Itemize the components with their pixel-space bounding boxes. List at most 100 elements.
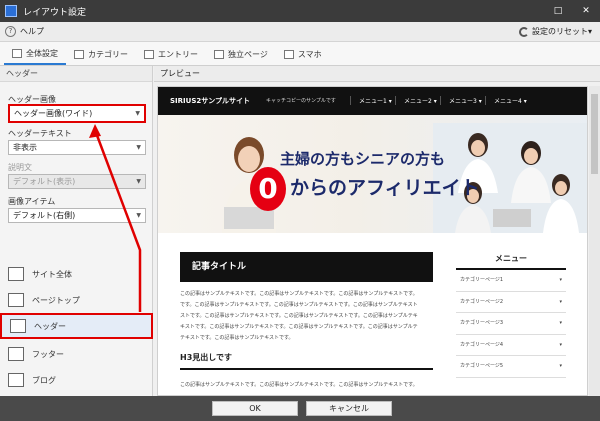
widget-item-label: カテゴリーページ1 (460, 277, 504, 283)
document-icon (144, 49, 154, 59)
cancel-button[interactable]: キャンセル (306, 401, 392, 416)
nav-item-page-top[interactable]: ページトップ (0, 287, 153, 313)
preview-scrollbar[interactable] (589, 86, 600, 396)
nav-item-site-wide[interactable]: サイト全体 (0, 261, 153, 287)
header-image-value: ヘッダー画像(ワイド) (14, 109, 93, 118)
window-title: レイアウト設定 (23, 7, 87, 18)
tab-label: エントリー (158, 49, 198, 59)
chevron-down-icon: ▼ (136, 144, 141, 151)
site-menu-3[interactable]: メニュー3 ▾ (440, 96, 482, 105)
widget-title: メニュー (456, 250, 566, 270)
monitor-icon (12, 48, 22, 58)
chevron-down-icon: ▼ (136, 212, 141, 219)
tab-independent-page[interactable]: 独立ページ (206, 43, 276, 65)
nav-item-label: サイト全体 (32, 269, 72, 279)
dialog-footer: OK キャンセル (0, 396, 600, 421)
paragraph-line: キストです。この記事はサンプルテキストです。この記事はサンプルテキストです。この… (180, 324, 418, 330)
site-menu-1[interactable]: メニュー1 ▾ (350, 96, 392, 105)
paragraph-line: ストです。この記事はサンプルテキストです。この記事はサンプルテキストです。この記… (180, 313, 418, 319)
article-paragraph-2: この記事はサンプルテキストです。この記事はサンプルテキストです。この記事はサンプ… (180, 380, 433, 391)
chevron-down-icon: ▾ (559, 363, 562, 369)
header-text-select[interactable]: 非表示 ▼ (8, 140, 146, 155)
tab-entry[interactable]: エントリー (136, 43, 206, 65)
description-label: 説明文 (8, 163, 32, 172)
tab-smartphone[interactable]: スマホ (276, 43, 330, 65)
widget-item-label: カテゴリーページ2 (460, 298, 504, 305)
site-logo: SIRIUS2サンプルサイト (170, 97, 251, 105)
nav-item-label: ブログ (32, 375, 56, 385)
tab-label: 全体設定 (26, 48, 58, 58)
description-select: デフォルト(表示) ▼ (8, 174, 146, 189)
image-item-select[interactable]: デフォルト(右側) ▼ (8, 208, 146, 223)
header-image: 主婦の方もシニアの方も 0 からのアフィリエイト (158, 115, 587, 233)
page-icon (214, 49, 224, 59)
settings-panel: ヘッダー ヘッダー画像 ヘッダー画像(ワイド) ▼ ヘッダーテキスト 非表示 ▼ 説… (0, 66, 153, 396)
smartphone-icon (283, 49, 294, 59)
image-item-label: 画像アイテム (8, 197, 56, 206)
site-menu-4[interactable]: メニュー4 ▾ (485, 96, 527, 105)
tab-label: スマホ (297, 49, 322, 59)
widget-item[interactable]: カテゴリーページ4 ▾ (456, 335, 566, 356)
article-title: 記事タイトル (180, 252, 433, 282)
paragraph-line: この記事はサンプルテキストです。この記事はサンプルテキストです。この記事はサンプ… (180, 291, 418, 297)
tab-bar: 全体設定 カテゴリー エントリー 独立ページ スマホ (0, 42, 600, 66)
help-menu[interactable]: ヘルプ (20, 26, 44, 37)
hero-headline: 主婦の方もシニアの方も (280, 150, 446, 168)
chevron-down-icon: ▾ (559, 277, 562, 283)
paragraph-line: です。この記事はサンプルテキストです。この記事はサンプルテキストです。この記事は… (180, 302, 418, 308)
chevron-down-icon: ▼ (135, 110, 140, 117)
site-navbar: SIRIUS2サンプルサイト キャッチコピーのサンプルです メニュー1 ▾ メニ… (158, 87, 587, 115)
header-image-select[interactable]: ヘッダー画像(ワイド) ▼ (8, 104, 146, 123)
page-top-icon (8, 293, 24, 307)
preview-heading: プレビュー (154, 66, 600, 82)
site-menu-2[interactable]: メニュー2 ▾ (395, 96, 437, 105)
help-icon[interactable]: ? (5, 26, 16, 37)
widget-item-label: カテゴリーページ3 (460, 320, 504, 326)
menu-widget: メニュー カテゴリーページ1 ▾ カテゴリーページ2 ▾ カテゴリーページ3 ▾ カテ… (456, 250, 566, 378)
header-text-label: ヘッダーテキスト (8, 129, 72, 138)
chevron-down-icon: ▾ (559, 320, 562, 326)
nav-item-header[interactable]: ヘッダー (0, 313, 153, 339)
widget-item-label: カテゴリーページ5 (460, 363, 504, 369)
article-paragraph: この記事はサンプルテキストです。この記事はサンプルテキストです。この記事はサンプ… (180, 289, 433, 344)
site-catchphrase: キャッチコピーのサンプルです (266, 98, 336, 104)
header-text-value: 非表示 (13, 143, 37, 152)
ok-button[interactable]: OK (212, 401, 298, 416)
widget-item[interactable]: カテゴリーページ3 ▾ (456, 313, 566, 335)
menubar: ? ヘルプ 設定のリセット▾ (0, 22, 600, 42)
hero-zero-badge: 0 (250, 167, 286, 211)
tab-category[interactable]: カテゴリー (66, 43, 136, 65)
reset-settings-label: 設定のリセット▾ (531, 27, 592, 36)
blog-icon (8, 373, 24, 387)
chevron-down-icon: ▾ (559, 341, 562, 348)
tab-label: 独立ページ (228, 49, 268, 59)
widget-item[interactable]: カテゴリーページ1 ▾ (456, 270, 566, 292)
nav-item-footer[interactable]: フッター (0, 341, 153, 367)
description-value: デフォルト(表示) (13, 177, 76, 186)
paragraph-line: テキストです。この記事はサンプルテキストです。 (180, 335, 294, 341)
tab-global-settings[interactable]: 全体設定 (4, 43, 66, 65)
preview-pane: SIRIUS2サンプルサイト キャッチコピーのサンプルです メニュー1 ▾ メニ… (157, 86, 588, 396)
window-titlebar: レイアウト設定 □ ✕ (0, 0, 600, 22)
panel-heading: ヘッダー (0, 66, 152, 82)
nav-item-label: ページトップ (32, 295, 80, 305)
reset-settings-menu[interactable]: 設定のリセット▾ (518, 26, 592, 37)
chevron-down-icon: ▾ (559, 298, 562, 305)
hero-subheadline: からのアフィリエイト (290, 177, 480, 199)
tab-label: カテゴリー (88, 49, 128, 59)
maximize-button[interactable]: □ (552, 5, 564, 17)
footer-icon (8, 347, 24, 361)
nav-item-blog[interactable]: ブログ (0, 367, 153, 393)
chevron-down-icon: ▼ (136, 178, 141, 185)
app-icon (5, 5, 17, 17)
widget-item[interactable]: カテゴリーページ2 ▾ (456, 292, 566, 313)
close-button[interactable]: ✕ (580, 5, 592, 17)
image-item-value: デフォルト(右側) (13, 211, 76, 220)
widget-item[interactable]: カテゴリーページ5 ▾ (456, 356, 566, 378)
reset-icon (518, 26, 529, 37)
site-icon (8, 267, 24, 281)
nav-item-label: ヘッダー (34, 321, 66, 331)
h3-heading: H3見出しです (180, 350, 433, 370)
widget-item-label: カテゴリーページ4 (460, 341, 504, 348)
scrollbar-thumb[interactable] (591, 94, 598, 174)
